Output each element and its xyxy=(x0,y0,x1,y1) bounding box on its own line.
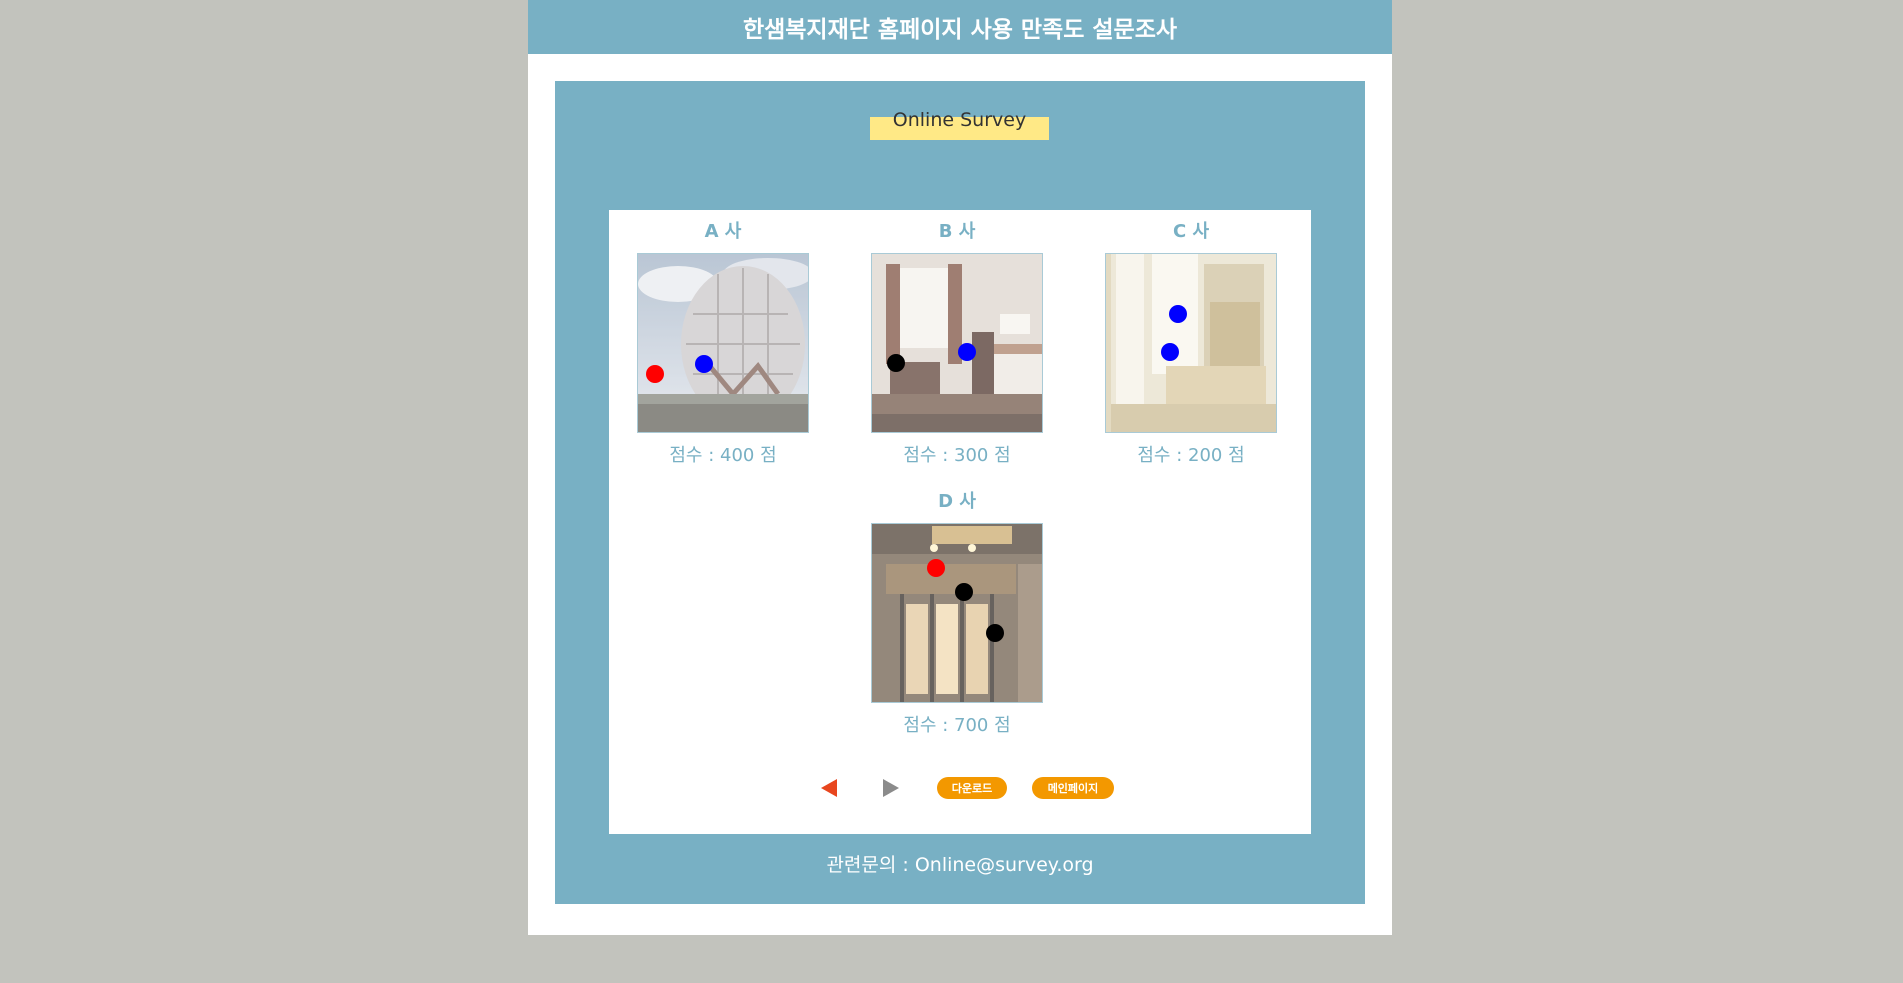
company-card-d: D 사 점수: 700 점 xyxy=(871,491,1043,737)
company-title: A 사 xyxy=(704,221,742,242)
company-photo-a[interactable] xyxy=(637,253,809,433)
marker-blue xyxy=(1169,305,1187,323)
controls-bar: 다운로드 메인페이지 xyxy=(609,773,1311,799)
company-title: C 사 xyxy=(1172,221,1210,242)
download-button[interactable]: 다운로드 xyxy=(937,777,1007,799)
main-page-button-label: 메인페이지 xyxy=(1047,782,1099,795)
company-card-a: A 사 점수: 400 점 xyxy=(637,221,809,467)
company-score: 점수 : 300 점 xyxy=(903,445,1011,466)
company-score: 점수 : 200 점 xyxy=(1137,445,1245,466)
marker-red xyxy=(927,559,945,577)
company-score: 점수 : 400 점 xyxy=(669,445,777,466)
survey-frame: Online Survey A 사 점수: 400 점 B 사 점수: 30… xyxy=(555,81,1365,904)
page-title: 한샘복지재단 홈페이지 사용 만족도 설문조사 xyxy=(742,17,1178,43)
company-photo-c[interactable] xyxy=(1105,253,1277,433)
company-score: 점수 : 700 점 xyxy=(903,715,1011,736)
contact-info: 관련문의 : Online@survey.org xyxy=(826,854,1094,876)
page-header: 한샘복지재단 홈페이지 사용 만족도 설문조사 xyxy=(528,0,1392,54)
results-panel: A 사 점수: 400 점 B 사 점수: 300 점 C 사 점수: 2… xyxy=(609,210,1311,834)
company-photo-d[interactable] xyxy=(871,523,1043,703)
online-survey-badge: Online Survey xyxy=(870,111,1049,140)
company-title: D 사 xyxy=(938,491,976,512)
marker-blue xyxy=(958,343,976,361)
online-survey-label: Online Survey xyxy=(892,109,1027,131)
page-container: 한샘복지재단 홈페이지 사용 만족도 설문조사 Online Survey A … xyxy=(528,0,1392,935)
marker-black xyxy=(986,624,1004,642)
company-title: B 사 xyxy=(938,221,976,242)
triangle-left-icon[interactable] xyxy=(821,779,837,797)
triangle-right-icon[interactable] xyxy=(883,779,899,797)
marker-red xyxy=(646,365,664,383)
company-card-c: C 사 점수 : 200 점 xyxy=(1105,221,1277,467)
company-card-b: B 사 점수: 300 점 xyxy=(871,221,1043,467)
marker-black xyxy=(955,583,973,601)
company-photo-b[interactable] xyxy=(871,253,1043,433)
marker-blue xyxy=(695,355,713,373)
download-button-label: 다운로드 xyxy=(951,782,993,795)
main-page-button[interactable]: 메인페이지 xyxy=(1032,777,1114,799)
marker-blue xyxy=(1161,343,1179,361)
marker-black xyxy=(887,354,905,372)
